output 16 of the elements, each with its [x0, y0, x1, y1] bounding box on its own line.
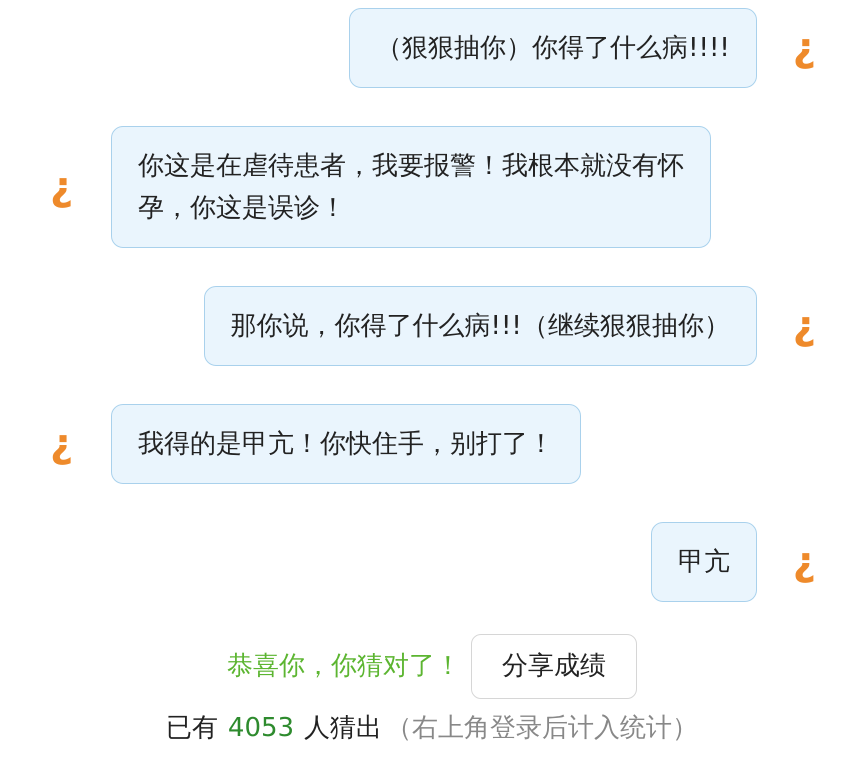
message-bubble: 那你说，你得了什么病!!!（继续狠狠抽你）	[204, 286, 757, 366]
message-bubble: （狠狠抽你）你得了什么病!!!!	[349, 8, 757, 88]
avatar-glyph: ¿	[792, 542, 816, 582]
message-bubble: 甲亢	[650, 522, 757, 602]
avatar-glyph: ¿	[50, 424, 74, 464]
stats-note: （右上角登录后计入统计）	[386, 712, 698, 745]
avatar-glyph: ¿	[792, 28, 816, 68]
avatar-glyph: ¿	[50, 167, 74, 207]
avatar-glyph: ¿	[792, 306, 816, 346]
message-bubble: 我得的是甲亢！你快住手，别打了！	[111, 404, 582, 484]
stats-label: 人猜出	[304, 712, 382, 745]
success-message: 恭喜你，你猜对了！	[227, 650, 461, 683]
message-bubble: 你这是在虐待患者，我要报警！我根本就没有怀孕，你这是误诊！	[111, 126, 712, 248]
share-button[interactable]: 分享成绩	[471, 634, 637, 699]
stats-label: 已有	[166, 712, 218, 745]
guess-count: 4053	[228, 712, 294, 745]
